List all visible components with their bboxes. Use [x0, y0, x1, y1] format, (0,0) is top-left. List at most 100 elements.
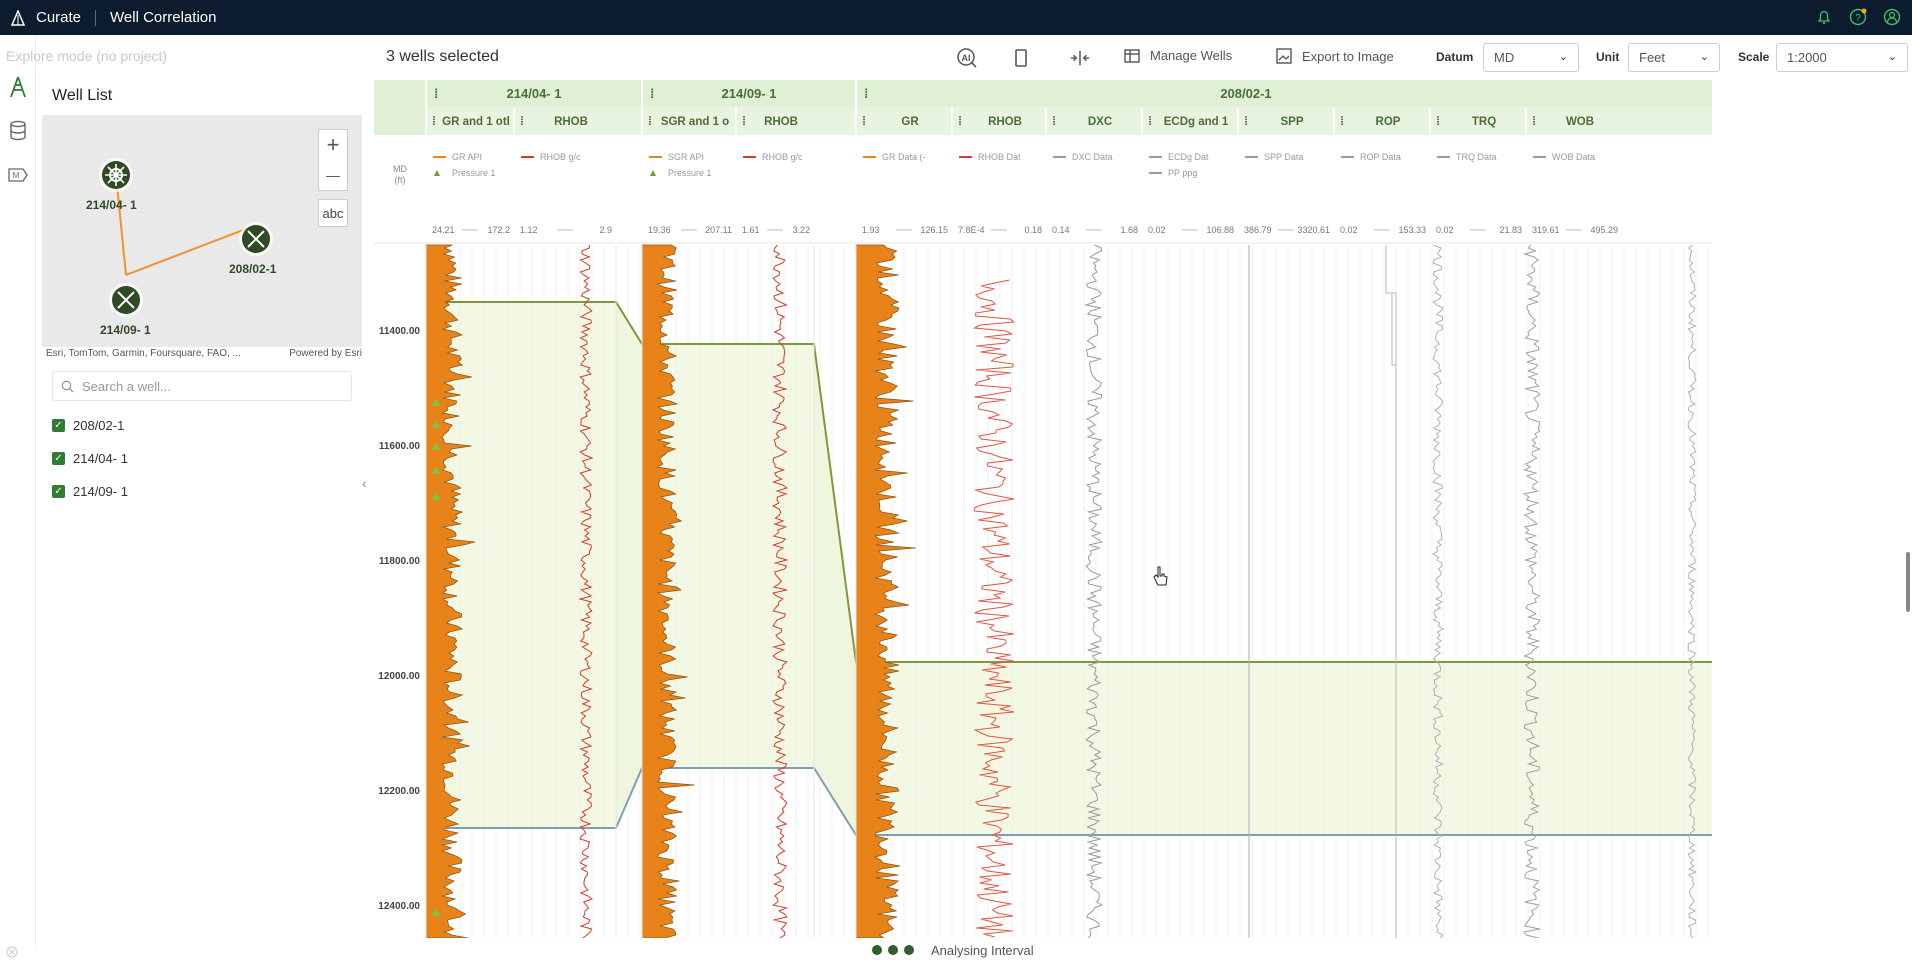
depth-tick-label: 11400.00 [379, 326, 421, 337]
app-name[interactable]: Curate [36, 9, 81, 26]
scale-label: Scale [1738, 50, 1770, 64]
depth-tick-label: 11800.00 [379, 556, 421, 567]
manage-wells-button[interactable]: Manage Wells [1124, 48, 1232, 63]
map-attribution: Esri, TomTom, Garmin, Foursquare, FAO, .… [46, 348, 362, 359]
flatten-icon[interactable] [1069, 47, 1091, 69]
well-correlation-panel[interactable]: ⁞ 214/04- 1 ⁞ GR and 1 otl GR API Pressure 1 2… [374, 80, 1712, 939]
selection-count: 3 wells selected [386, 48, 499, 65]
drag-handle-icon: ⁞ [1340, 114, 1344, 128]
scale-min: 1.61 [742, 225, 760, 235]
svg-text:?: ? [1855, 13, 1861, 24]
well-list-title: Well List [52, 87, 113, 104]
scale-max: 153.33 [1398, 225, 1426, 235]
pressure-marker-icon [650, 170, 656, 176]
map-canvas[interactable] [42, 115, 362, 347]
checkbox-checked-icon[interactable]: ✓ [52, 485, 65, 498]
well-marker-214-04[interactable] [99, 158, 133, 192]
curve-legend-label: WOB Data [1552, 152, 1595, 162]
status-bar: Analysing Interval [0, 940, 1912, 964]
track-header: ROP [1376, 116, 1401, 128]
scale-min: 7.8E-4 [958, 225, 985, 235]
curve-legend-label: ROP Data [1360, 152, 1401, 162]
zoom-out-button[interactable]: — [319, 160, 347, 190]
curve-legend-label: TRQ Data [1456, 152, 1497, 162]
status-close-icon[interactable] [6, 946, 18, 958]
export-image-button[interactable]: Export to Image [1276, 48, 1394, 64]
well-list-panel: Explore mode (no project) Well List 214/… [6, 35, 372, 950]
pressure-marker-icon [434, 170, 440, 176]
well-list-item[interactable]: ✓ 214/04- 1 [52, 451, 128, 466]
well-marker-214-09[interactable] [109, 283, 143, 317]
scale-min: 24.21 [432, 225, 455, 235]
well-marker-208-02[interactable] [239, 222, 273, 256]
user-icon[interactable] [1882, 7, 1902, 27]
drag-handle-icon: ⁞ [1244, 114, 1248, 128]
curve-legend-label: SGR API [668, 152, 704, 162]
svg-text:AI: AI [962, 53, 971, 63]
image-icon [1276, 48, 1292, 64]
attribution-powered[interactable]: Powered by Esri [289, 348, 362, 359]
scale-max: 3320.61 [1297, 225, 1330, 235]
scale-max: 1.68 [1120, 225, 1138, 235]
depth-unit-label: (ft) [395, 175, 406, 185]
search-icon [61, 380, 74, 392]
top-bar: Curate Well Correlation ? [0, 0, 1912, 35]
well-search[interactable] [52, 371, 352, 401]
checkbox-checked-icon[interactable]: ✓ [52, 419, 65, 432]
database-icon[interactable] [0, 109, 36, 153]
divider [95, 9, 97, 26]
drag-handle-icon: ⁞ [650, 86, 654, 101]
drag-handle-icon: ⁞ [958, 114, 962, 128]
manage-wells-label: Manage Wells [1150, 48, 1233, 63]
well-list-item[interactable]: ✓ 214/09- 1 [52, 484, 128, 499]
correlation-toolbar: 3 wells selected AI Manage Wells Export … [372, 35, 1912, 81]
depth-tick-label: 11600.00 [379, 441, 421, 452]
collapse-panel-chevron-icon[interactable]: ‹ [362, 475, 367, 491]
drag-handle-icon: ⁞ [1052, 114, 1056, 128]
scale-value: 1:2000 [1787, 50, 1827, 65]
scale-max: 0.18 [1024, 225, 1042, 235]
drag-handle-icon: ⁞ [1148, 114, 1152, 128]
curate-logo-icon [10, 9, 26, 26]
notifications-icon[interactable] [1814, 7, 1834, 27]
well-name-header: 214/09- 1 [722, 86, 777, 101]
curve-legend-label: PP ppg [1168, 168, 1197, 178]
well-rig-icon[interactable] [0, 65, 36, 109]
drag-handle-icon: ⁞ [1436, 114, 1440, 128]
track-layout-icon[interactable] [1010, 47, 1032, 69]
scale-min: 19.36 [648, 225, 671, 235]
scale-select[interactable]: 1:2000 ⌄ [1776, 43, 1908, 72]
scale-min: 0.02 [1436, 225, 1454, 235]
track-header: SGR and 1 o [661, 116, 729, 128]
scale-max: 207.11 [705, 225, 732, 235]
well-search-input[interactable] [82, 378, 332, 394]
scale-max: 2.9 [599, 225, 612, 235]
datum-select[interactable]: MD ⌄ [1483, 43, 1579, 72]
map-label-214-04: 214/04- 1 [86, 198, 137, 212]
map-labels-toggle[interactable]: abc [318, 199, 348, 227]
auto-correlate-icon[interactable]: AI [956, 47, 978, 69]
spp-curve-step [1391, 292, 1396, 366]
vertical-scrollbar[interactable] [1906, 552, 1910, 612]
map-label-214-09: 214/09- 1 [100, 323, 151, 337]
unit-select[interactable]: Feet ⌄ [1628, 43, 1720, 72]
scale-max: 172.2 [487, 225, 510, 235]
help-icon[interactable]: ? [1848, 7, 1868, 27]
datum-label: Datum [1436, 50, 1474, 64]
well-map[interactable]: 214/04- 1 208/02-1 214/09- 1 + — abc [42, 115, 362, 347]
curve-legend-label: Pressure 1 [668, 168, 712, 178]
curve-legend-label: RHOB g/c [540, 152, 581, 162]
correlation-canvas[interactable]: ⁞ 214/04- 1 ⁞ GR and 1 otl GR API Pressure 1 2… [374, 80, 1712, 939]
well-list-label: 208/02-1 [73, 418, 125, 433]
scale-min: 1.12 [520, 225, 538, 235]
depth-tick-label: 12400.00 [378, 901, 420, 912]
zoom-in-button[interactable]: + [319, 130, 347, 160]
markers-icon[interactable]: M [0, 153, 36, 197]
track-header: TRQ [1472, 116, 1496, 128]
track-header: SPP [1280, 116, 1303, 128]
correlation-zone[interactable] [426, 302, 1712, 835]
attribution-sources: Esri, TomTom, Garmin, Foursquare, FAO, .… [46, 348, 241, 359]
well-list-item[interactable]: ✓ 208/02-1 [52, 418, 124, 433]
checkbox-checked-icon[interactable]: ✓ [52, 452, 65, 465]
track-header: ECDg and 1 [1164, 116, 1229, 128]
